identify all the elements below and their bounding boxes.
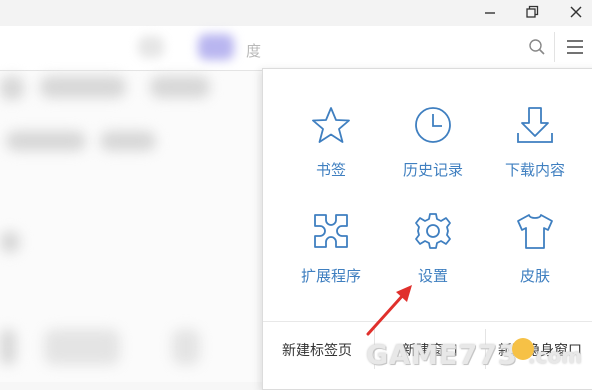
blurred-block xyxy=(0,76,24,100)
new-tab-link[interactable]: 新建标签页 xyxy=(282,340,352,360)
gear-icon xyxy=(415,213,451,249)
hamburger-menu-icon[interactable] xyxy=(565,38,585,56)
blurred-block xyxy=(100,131,156,151)
blurred-block xyxy=(150,76,210,98)
annotation-arrow xyxy=(366,285,412,336)
restore-icon xyxy=(526,5,539,18)
address-divider xyxy=(554,32,555,62)
blurred-block xyxy=(0,329,16,365)
menu-item-label: 下载内容 xyxy=(504,161,565,179)
menu-item-skins[interactable]: 皮肤 xyxy=(487,211,583,301)
blurred-block xyxy=(0,231,20,253)
blurred-block xyxy=(40,76,126,98)
menu-item-history[interactable]: 历史记录 xyxy=(385,105,481,195)
blurred-block xyxy=(172,329,200,365)
close-icon xyxy=(570,6,582,18)
blurred-block xyxy=(44,329,120,365)
restore-button[interactable] xyxy=(514,0,550,24)
extensions-icon xyxy=(314,214,348,248)
menu-item-bookmarks[interactable]: 书签 xyxy=(283,105,379,195)
star-icon xyxy=(312,107,350,143)
address-text: 度 xyxy=(246,42,262,60)
menu-item-downloads[interactable]: 下载内容 xyxy=(487,105,583,195)
menu-item-label: 历史记录 xyxy=(402,161,463,179)
download-icon xyxy=(517,107,553,143)
watermark-suffix: .com xyxy=(528,344,583,368)
close-button[interactable] xyxy=(558,0,592,24)
minimize-button[interactable] xyxy=(472,0,508,24)
menu-item-label: 书签 xyxy=(315,161,346,179)
watermark-text: GAME773 xyxy=(366,340,518,371)
menu-divider xyxy=(263,321,592,322)
title-bar xyxy=(0,0,592,26)
blurred-block xyxy=(6,131,86,151)
blurred-favicon xyxy=(138,36,164,58)
address-bar[interactable]: 度 xyxy=(0,26,592,71)
blurred-search-engine-icon xyxy=(198,34,234,60)
shirt-icon xyxy=(517,214,553,249)
minimize-icon xyxy=(485,12,495,14)
clock-icon xyxy=(415,107,451,143)
search-icon[interactable] xyxy=(528,38,546,56)
menu-item-label: 皮肤 xyxy=(519,267,550,285)
